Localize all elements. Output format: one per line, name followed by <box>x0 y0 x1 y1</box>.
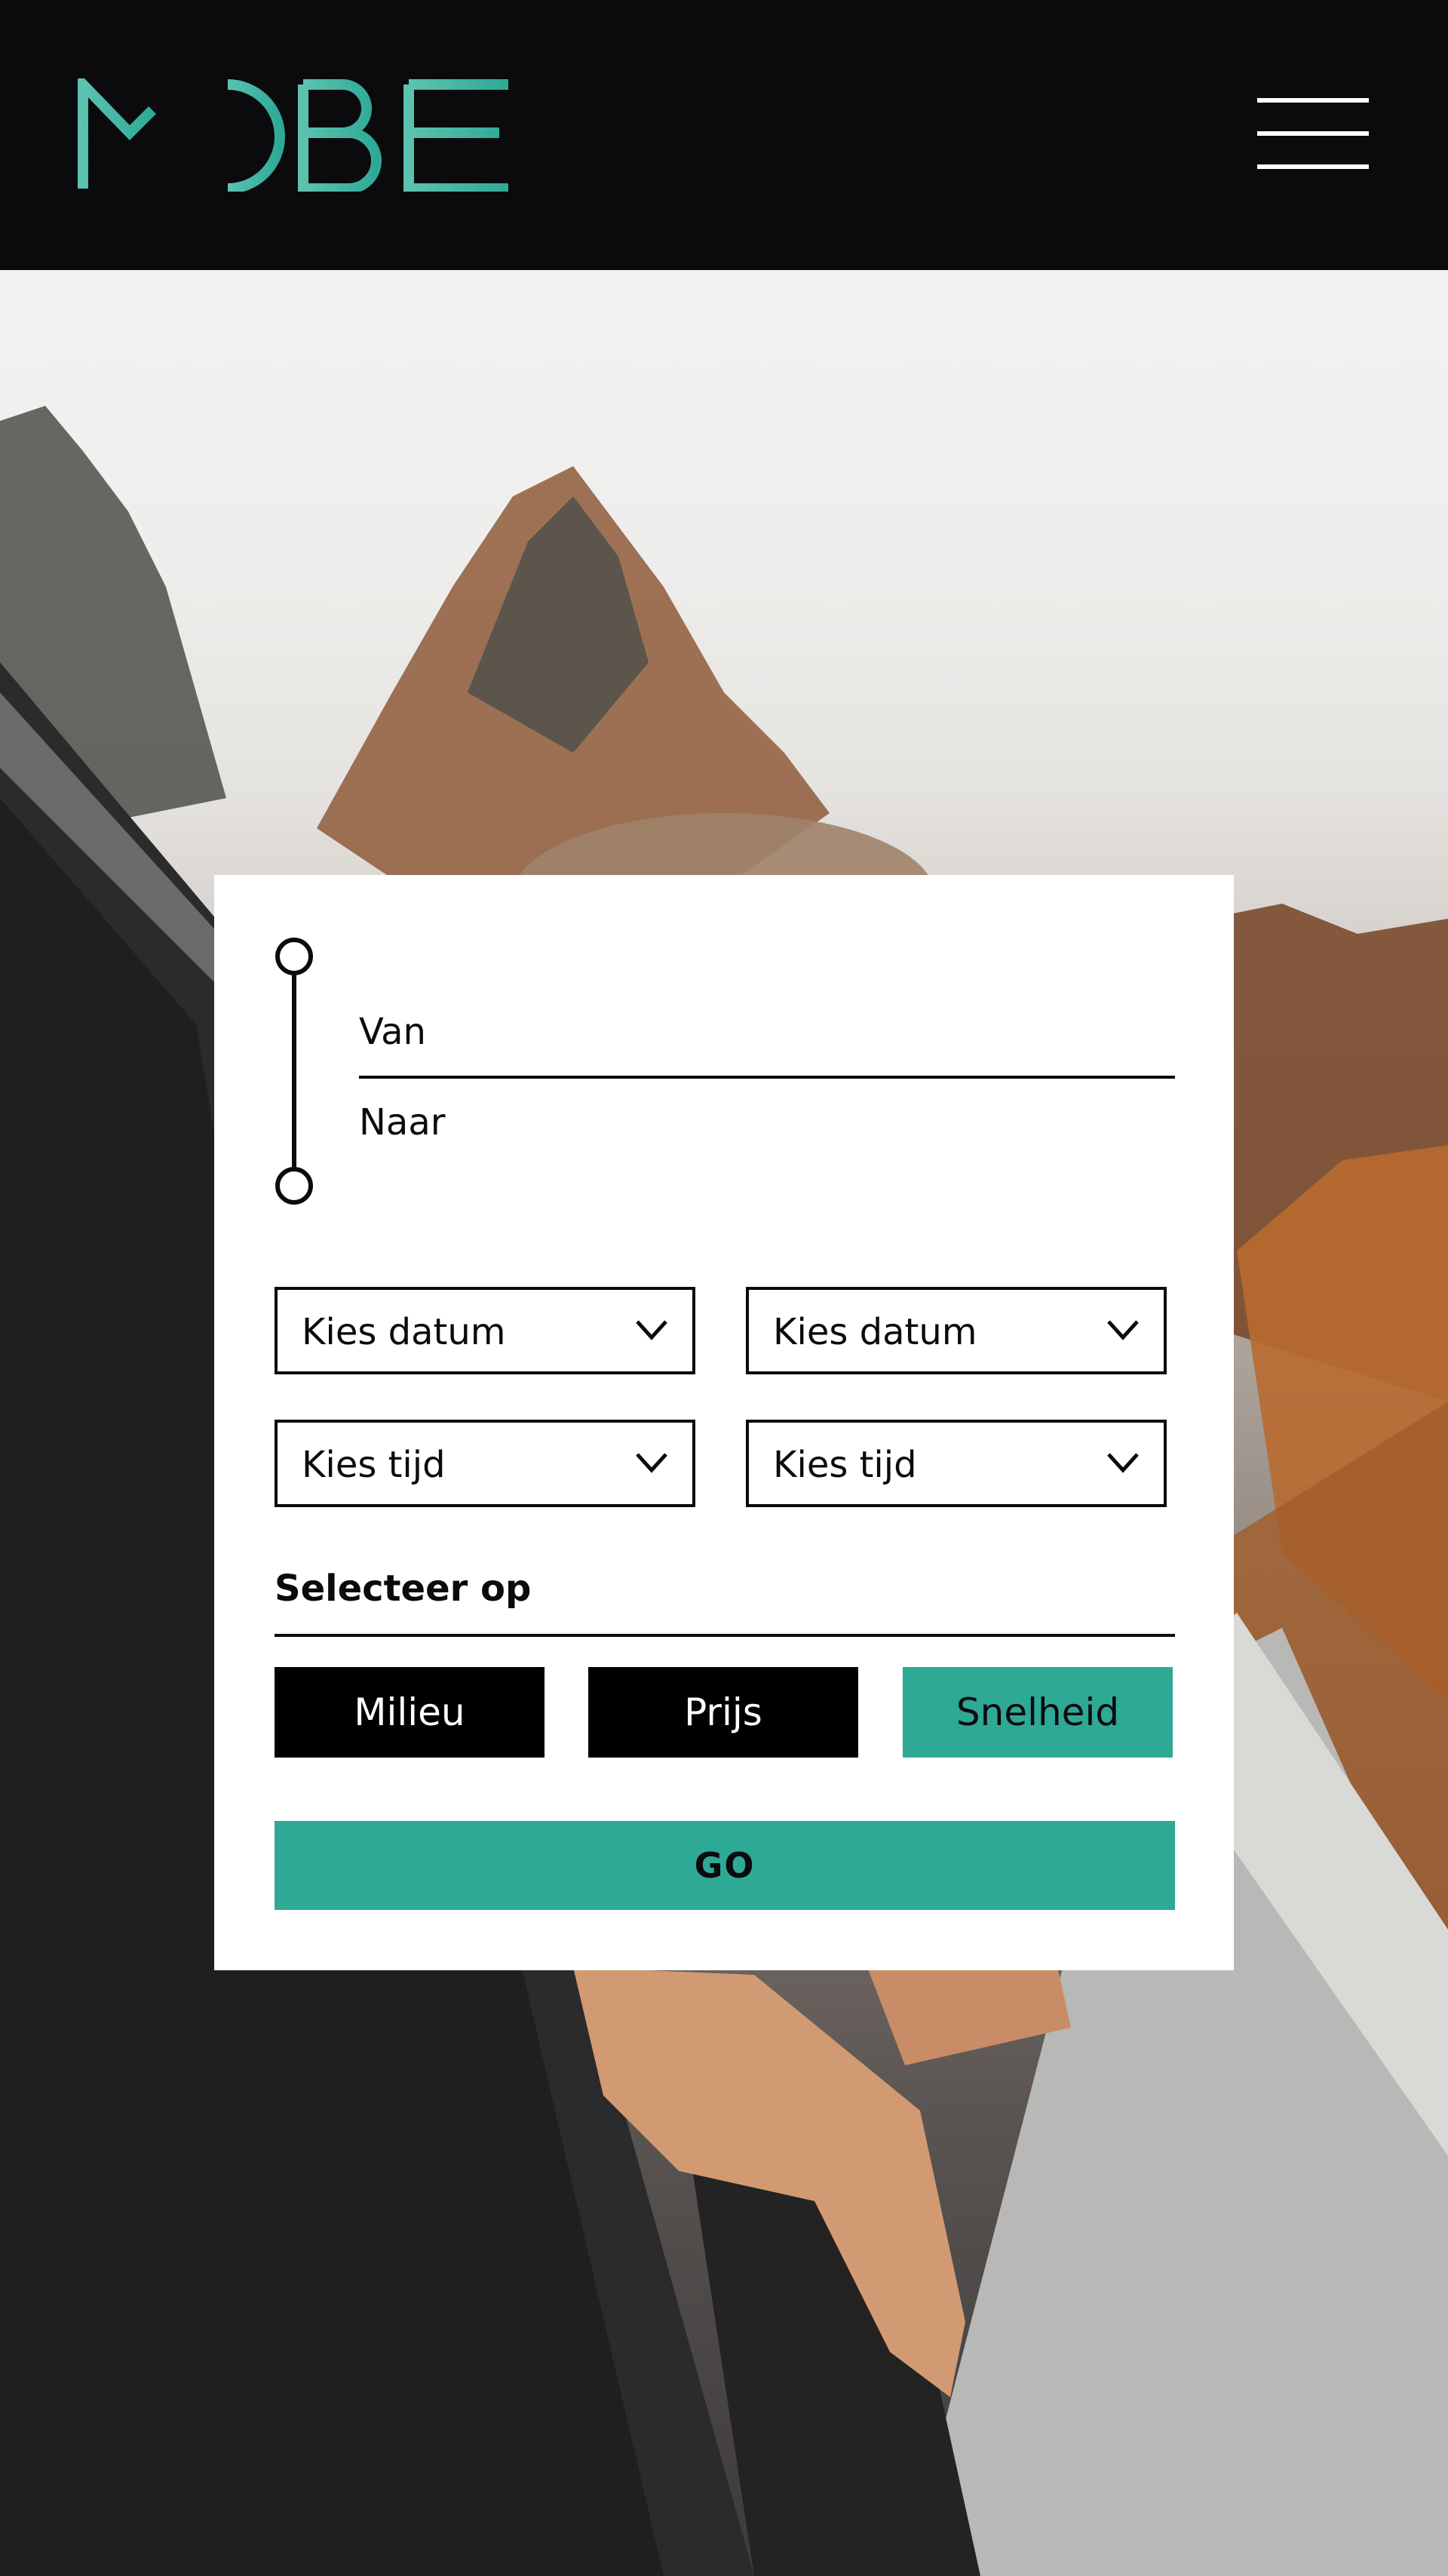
mobe-logo[interactable] <box>77 78 514 192</box>
time-select-from[interactable]: Kies tijd <box>275 1420 695 1507</box>
route-search-card: Van Naar Kies datum Kies datum Kies tijd… <box>214 875 1234 1970</box>
field-divider <box>359 1076 1175 1079</box>
filter-heading: Selecteer op <box>275 1567 532 1610</box>
filter-environment-button[interactable]: Milieu <box>275 1667 545 1758</box>
filter-speed-button[interactable]: Snelheid <box>903 1667 1173 1758</box>
time-select-to[interactable]: Kies tijd <box>746 1420 1167 1507</box>
menu-line <box>1257 164 1369 169</box>
from-field[interactable]: Van <box>359 1011 426 1053</box>
menu-line <box>1257 98 1369 103</box>
to-field[interactable]: Naar <box>359 1101 445 1144</box>
chevron-down-icon <box>1107 1320 1139 1340</box>
chevron-down-icon <box>1107 1453 1139 1473</box>
chevron-down-icon <box>636 1320 667 1340</box>
chevron-down-icon <box>636 1453 667 1473</box>
date-select-label: Kies datum <box>773 1311 977 1353</box>
date-select-to[interactable]: Kies datum <box>746 1287 1167 1374</box>
filter-price-button[interactable]: Prijs <box>588 1667 858 1758</box>
menu-line <box>1257 131 1369 136</box>
route-line-icon <box>275 938 313 1205</box>
date-select-from[interactable]: Kies datum <box>275 1287 695 1374</box>
filter-divider <box>275 1634 1175 1637</box>
go-button[interactable]: GO <box>275 1821 1175 1910</box>
time-select-label: Kies tijd <box>302 1444 446 1486</box>
top-bar <box>0 0 1448 270</box>
hamburger-menu-icon[interactable] <box>1257 97 1369 170</box>
time-select-label: Kies tijd <box>773 1444 917 1486</box>
date-select-label: Kies datum <box>302 1311 506 1353</box>
